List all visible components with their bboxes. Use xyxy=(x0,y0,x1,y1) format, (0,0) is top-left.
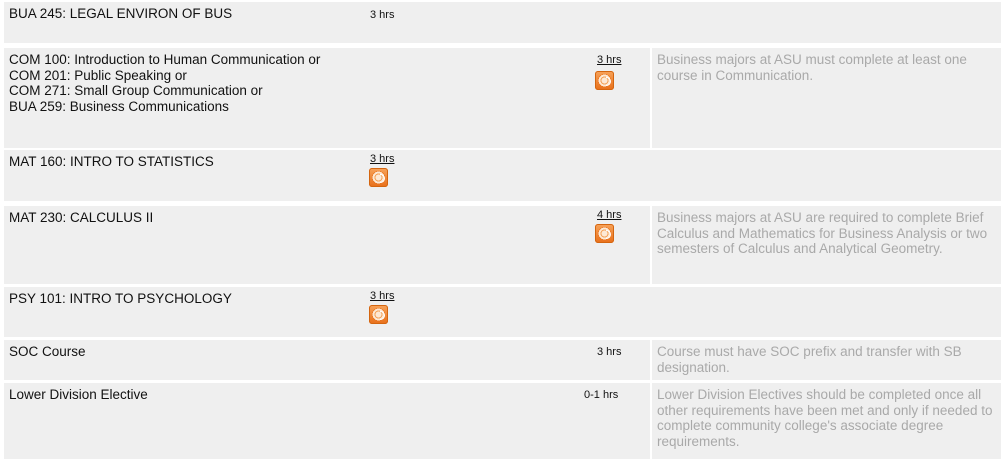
credit-hours-link[interactable]: 3 hrs xyxy=(370,153,394,165)
table-row: BUA 245: LEGAL ENVIRON OF BUS 3 hrs xyxy=(0,2,1001,43)
course-name: BUA 245: LEGAL ENVIRON OF BUS xyxy=(9,6,233,21)
audio-speaker-icon[interactable] xyxy=(595,71,614,90)
table-row: PSY 101: INTRO TO PSYCHOLOGY 3 hrs xyxy=(0,287,1001,337)
course-note: Lower Division Electives should be compl… xyxy=(657,387,993,449)
course-note: Business majors at ASU must complete at … xyxy=(657,52,967,83)
course-note: Course must have SOC prefix and transfer… xyxy=(657,344,962,375)
note-cell xyxy=(652,2,1001,43)
course-name: COM 100: Introduction to Human Communica… xyxy=(9,52,321,114)
audio-speaker-icon[interactable] xyxy=(369,168,388,187)
credit-hours: 3 hrs xyxy=(597,346,622,358)
audio-speaker-icon[interactable] xyxy=(595,224,614,243)
course-name: Lower Division Elective xyxy=(9,387,148,402)
table-row: SOC Course 3 hrs Course must have SOC pr… xyxy=(0,340,1001,380)
course-note: Business majors at ASU are required to c… xyxy=(657,210,988,256)
course-cell: MAT 230: CALCULUS II 4 hrs xyxy=(4,206,650,284)
course-cell: PSY 101: INTRO TO PSYCHOLOGY 3 hrs xyxy=(4,287,656,337)
note-cell: Business majors at ASU must complete at … xyxy=(652,48,1001,148)
table-row: COM 100: Introduction to Human Communica… xyxy=(0,48,1001,148)
credit-hours: 0-1 hrs xyxy=(584,389,619,401)
course-cell: BUA 245: LEGAL ENVIRON OF BUS 3 hrs xyxy=(4,2,656,43)
table-row: MAT 230: CALCULUS II 4 hrs Business majo… xyxy=(0,206,1001,284)
credit-hours: 3 hrs xyxy=(370,9,395,21)
note-cell xyxy=(652,150,1001,201)
credit-hours-link[interactable]: 3 hrs xyxy=(370,290,394,302)
note-cell: Lower Division Electives should be compl… xyxy=(652,383,1001,459)
course-cell: COM 100: Introduction to Human Communica… xyxy=(4,48,650,148)
table-row: MAT 160: INTRO TO STATISTICS 3 hrs xyxy=(0,150,1001,201)
note-cell: Business majors at ASU are required to c… xyxy=(652,206,1001,284)
note-cell: Course must have SOC prefix and transfer… xyxy=(652,340,1001,380)
audio-speaker-icon[interactable] xyxy=(369,305,388,324)
course-cell: Lower Division Elective 0-1 hrs xyxy=(4,383,650,459)
note-cell xyxy=(652,287,1001,337)
credit-hours-link[interactable]: 4 hrs xyxy=(597,209,621,221)
course-cell: SOC Course 3 hrs xyxy=(4,340,650,380)
course-name: SOC Course xyxy=(9,344,86,359)
course-name: PSY 101: INTRO TO PSYCHOLOGY xyxy=(9,291,232,306)
course-cell: MAT 160: INTRO TO STATISTICS 3 hrs xyxy=(4,150,656,201)
course-name: MAT 230: CALCULUS II xyxy=(9,210,154,225)
table-row: Lower Division Elective 0-1 hrs Lower Di… xyxy=(0,383,1001,459)
credit-hours-link[interactable]: 3 hrs xyxy=(597,54,621,66)
course-name: MAT 160: INTRO TO STATISTICS xyxy=(9,154,214,169)
